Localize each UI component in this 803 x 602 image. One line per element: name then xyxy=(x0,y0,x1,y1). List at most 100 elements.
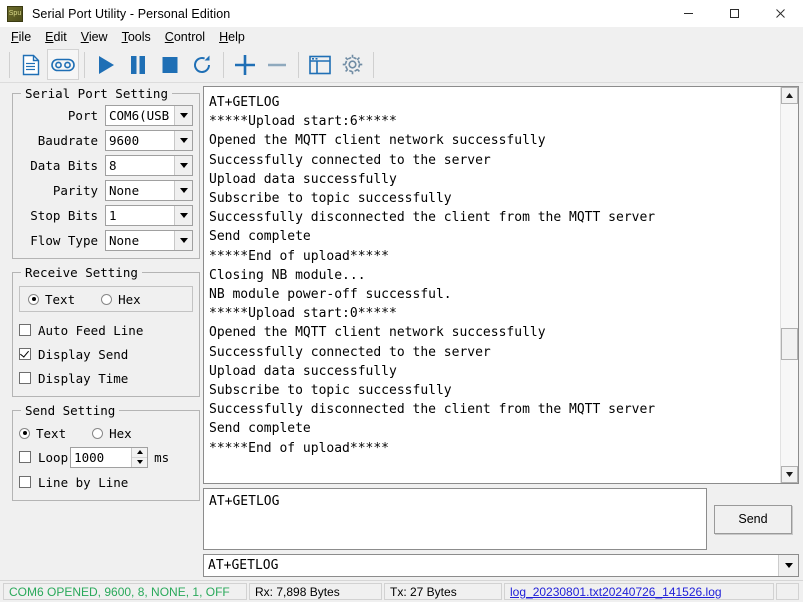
new-document-button[interactable] xyxy=(15,49,47,80)
serial-port-utility-window: Spu Serial Port Utility - Personal Editi… xyxy=(0,0,803,602)
receive-log[interactable]: AT+GETLOG *****Upload start:6***** Opene… xyxy=(204,87,780,483)
receive-mode-text-radio[interactable]: Text xyxy=(28,292,75,307)
status-rx-bytes: Rx: 7,898 Bytes xyxy=(249,583,382,600)
line-by-line-checkbox[interactable]: Line by Line xyxy=(19,470,193,494)
data-bits-value: 8 xyxy=(109,158,117,173)
parity-select[interactable]: None xyxy=(105,180,193,201)
scroll-up-button[interactable] xyxy=(781,87,798,104)
flow-type-value: None xyxy=(109,233,140,248)
remove-button[interactable] xyxy=(261,49,293,80)
auto-feed-line-checkbox[interactable]: Auto Feed Line xyxy=(19,318,193,342)
radio-selected-icon xyxy=(19,427,30,439)
new-document-icon xyxy=(22,54,40,75)
maximize-button[interactable] xyxy=(711,0,757,27)
settings-button[interactable] xyxy=(336,49,368,80)
chevron-down-icon[interactable] xyxy=(174,131,192,150)
plus-icon xyxy=(235,54,255,75)
close-icon xyxy=(775,9,785,18)
data-bits-label: Data Bits xyxy=(30,158,98,173)
data-bits-row: Data Bits 8 xyxy=(19,155,193,176)
chevron-down-icon[interactable] xyxy=(174,181,192,200)
pause-button[interactable] xyxy=(122,49,154,80)
display-send-label: Display Send xyxy=(38,346,129,362)
status-spare xyxy=(776,583,799,600)
chevron-down-icon[interactable] xyxy=(778,555,798,576)
baudrate-select[interactable]: 9600 xyxy=(105,130,193,151)
display-time-label: Display Time xyxy=(38,370,129,386)
log-file-link[interactable]: log_20230801.txt20240726_141526.log xyxy=(510,585,722,599)
display-time-checkbox[interactable]: Display Time xyxy=(19,366,193,390)
caret-up-icon xyxy=(786,93,793,98)
baudrate-label: Baudrate xyxy=(37,133,98,148)
receive-mode-hex-label: Hex xyxy=(118,291,141,307)
play-button[interactable] xyxy=(90,49,122,80)
refresh-icon xyxy=(194,55,210,73)
send-button[interactable]: Send xyxy=(714,504,792,534)
stop-button[interactable] xyxy=(154,49,186,80)
port-value: COM6(USB xyxy=(109,108,170,123)
stop-bits-select[interactable]: 1 xyxy=(105,205,193,226)
main-content: Serial Port Setting Port COM6(USB Baudra… xyxy=(0,83,803,580)
status-log-file[interactable]: log_20230801.txt20240726_141526.log xyxy=(504,583,774,600)
title-bar: Spu Serial Port Utility - Personal Editi… xyxy=(0,0,803,27)
port-select[interactable]: COM6(USB xyxy=(105,105,193,126)
parity-label: Parity xyxy=(52,183,98,198)
layout-button[interactable] xyxy=(304,49,336,80)
flow-type-select[interactable]: None xyxy=(105,230,193,251)
toolbar-separator xyxy=(298,51,299,78)
send-history-value: AT+GETLOG xyxy=(208,558,279,573)
refresh-button[interactable] xyxy=(186,49,218,80)
menu-view[interactable]: View xyxy=(74,28,115,46)
stepper-buttons[interactable] xyxy=(131,447,148,467)
display-send-checkbox[interactable]: Display Send xyxy=(19,342,193,366)
send-input[interactable]: AT+GETLOG xyxy=(203,488,707,550)
serial-port-setting-legend: Serial Port Setting xyxy=(25,86,168,101)
log-vertical-scrollbar[interactable] xyxy=(780,87,798,483)
loop-row: Loop 1000 ms xyxy=(19,444,193,470)
loop-interval-value: 1000 xyxy=(74,449,105,465)
play-icon xyxy=(99,55,114,74)
record-button[interactable] xyxy=(47,49,79,80)
loop-label: Loop xyxy=(38,449,69,465)
stepper-up-icon[interactable] xyxy=(132,448,148,458)
status-connection: COM6 OPENED, 9600, 8, NONE, 1, OFF xyxy=(3,583,247,600)
menu-file[interactable]: File xyxy=(4,28,38,46)
receive-setting-group: Receive Setting Text Hex Auto Feed Line xyxy=(12,265,200,397)
loop-unit-label: ms xyxy=(154,449,170,465)
send-button-container: Send xyxy=(707,488,799,550)
app-icon: Spu xyxy=(7,5,23,22)
send-mode-hex-label: Hex xyxy=(109,425,132,441)
receive-setting-legend: Receive Setting xyxy=(25,265,138,280)
receive-mode-hex-radio[interactable]: Hex xyxy=(101,292,141,307)
send-mode-text-radio[interactable]: Text xyxy=(19,426,66,441)
menu-edit[interactable]: Edit xyxy=(38,28,74,46)
menu-control[interactable]: Control xyxy=(158,28,212,46)
auto-feed-line-label: Auto Feed Line xyxy=(38,322,144,338)
loop-checkbox[interactable] xyxy=(19,451,31,463)
send-history-combo[interactable]: AT+GETLOG xyxy=(203,554,799,577)
chevron-down-icon[interactable] xyxy=(174,206,192,225)
add-button[interactable] xyxy=(229,49,261,80)
stop-bits-value: 1 xyxy=(109,208,117,223)
stop-bits-label: Stop Bits xyxy=(30,208,98,223)
scroll-down-button[interactable] xyxy=(781,466,798,483)
send-mode-hex-radio[interactable]: Hex xyxy=(92,426,132,441)
scrollbar-thumb[interactable] xyxy=(781,328,798,360)
loop-interval-stepper[interactable]: 1000 xyxy=(70,446,149,468)
stepper-down-icon[interactable] xyxy=(132,458,147,467)
chevron-down-icon[interactable] xyxy=(174,106,192,125)
data-bits-select[interactable]: 8 xyxy=(105,155,193,176)
chevron-down-icon[interactable] xyxy=(174,231,192,250)
status-tx-bytes: Tx: 27 Bytes xyxy=(384,583,502,600)
toolbar-separator xyxy=(84,51,85,78)
checkbox-unchecked-icon xyxy=(19,324,31,336)
minimize-button[interactable] xyxy=(665,0,711,27)
port-label: Port xyxy=(67,108,98,123)
chevron-down-icon[interactable] xyxy=(174,156,192,175)
close-button[interactable] xyxy=(757,0,803,27)
receive-mode-text-label: Text xyxy=(45,291,76,307)
menu-tools[interactable]: Tools xyxy=(115,28,158,46)
baudrate-row: Baudrate 9600 xyxy=(19,130,193,151)
radio-selected-icon xyxy=(28,293,39,305)
menu-help[interactable]: Help xyxy=(212,28,252,46)
